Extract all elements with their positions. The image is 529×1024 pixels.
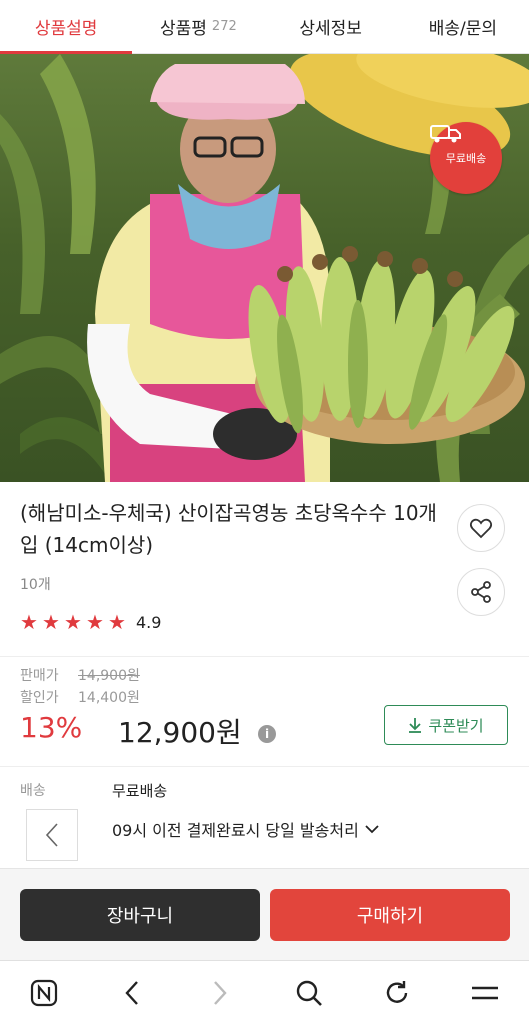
rating-value: 4.9 (136, 612, 162, 632)
product-tabs: 상품설명 상품평 272 상세정보 배송/문의 (0, 0, 529, 54)
discount-rate: 13% (20, 711, 83, 744)
shipping-note-dropdown[interactable]: 09시 이전 결제완료시 당일 발송처리 (112, 817, 379, 841)
share-button[interactable] (457, 568, 505, 616)
star-icon: ★ (20, 610, 38, 634)
rating-stars: ★ ★ ★ ★ ★ 4.9 (20, 612, 161, 632)
cart-button[interactable]: 장바구니 (20, 889, 260, 941)
arrow-back-icon (125, 980, 139, 1005)
naver-icon (30, 979, 58, 1006)
menu-icon (471, 986, 498, 999)
discount-price-label: 할인가 (20, 690, 59, 706)
product-photo-illustration (0, 54, 529, 482)
review-count: 272 (211, 19, 237, 34)
product-image: 무료배송 (0, 54, 529, 482)
star-icon: ★ (42, 610, 60, 634)
free-shipping-badge: 무료배송 (430, 122, 502, 194)
coupon-label: 쿠폰받기 (428, 716, 484, 735)
discount-price-value: 14,400원 (78, 690, 140, 706)
coupon-button[interactable]: 쿠폰받기 (384, 705, 508, 745)
price-info-icon[interactable]: i (258, 725, 276, 743)
tab-label: 상품평 (160, 19, 207, 39)
search-icon (296, 980, 322, 1006)
purchase-bar: 장바구니 구매하기 (0, 868, 529, 960)
sale-price-label: 판매가 (20, 668, 59, 684)
wishlist-button[interactable] (457, 504, 505, 552)
star-icon: ★ (108, 610, 126, 634)
download-icon (409, 718, 422, 733)
image-prev-button[interactable] (26, 809, 78, 861)
shipping-note: 09시 이전 결제완료시 당일 발송처리 (112, 821, 359, 840)
search-button[interactable] (287, 971, 331, 1015)
tab-label: 상품설명 (34, 19, 98, 39)
chevron-left-icon (45, 823, 58, 847)
badge-label: 무료배송 (445, 152, 487, 165)
tab-description[interactable]: 상품설명 (0, 0, 133, 54)
sale-price-value: 14,900원 (78, 668, 140, 684)
price-section: 판매가 14,900원 할인가 14,400원 13% 12,900원 i 쿠폰… (0, 657, 529, 767)
menu-button[interactable] (463, 971, 507, 1015)
naver-home-button[interactable] (22, 971, 66, 1015)
chevron-down-icon (365, 825, 379, 834)
forward-button[interactable] (198, 971, 242, 1015)
shipping-label: 배송 (20, 783, 46, 799)
arrow-forward-icon (214, 980, 228, 1005)
browser-toolbar (0, 960, 529, 1024)
tab-reviews[interactable]: 상품평 272 (132, 0, 264, 53)
star-icon: ★ (64, 610, 82, 634)
back-button[interactable] (110, 971, 154, 1015)
star-icon: ★ (86, 610, 104, 634)
heart-icon (469, 518, 493, 539)
product-info: (해남미소-우체국) 산이잡곡영농 초당옥수수 10개입 (14cm이상) 10… (0, 482, 529, 657)
tab-label: 배송/문의 (428, 19, 498, 39)
buy-button[interactable]: 구매하기 (270, 889, 510, 941)
tab-label: 상세정보 (299, 19, 362, 39)
tab-details[interactable]: 상세정보 (265, 0, 397, 53)
truck-icon (430, 125, 461, 143)
product-option: 10개 (20, 577, 51, 593)
final-price: 12,900원 (118, 716, 242, 749)
tab-shipping-inquiry[interactable]: 배송/문의 (397, 0, 529, 53)
refresh-icon (386, 980, 407, 1003)
shipping-section: 배송 무료배송 09시 이전 결제완료시 당일 발송처리 (0, 767, 529, 867)
refresh-button[interactable] (375, 971, 419, 1015)
share-icon (471, 581, 491, 603)
product-title: (해남미소-우체국) 산이잡곡영농 초당옥수수 10개입 (14cm이상) (20, 501, 437, 557)
shipping-value: 무료배송 (112, 782, 168, 800)
